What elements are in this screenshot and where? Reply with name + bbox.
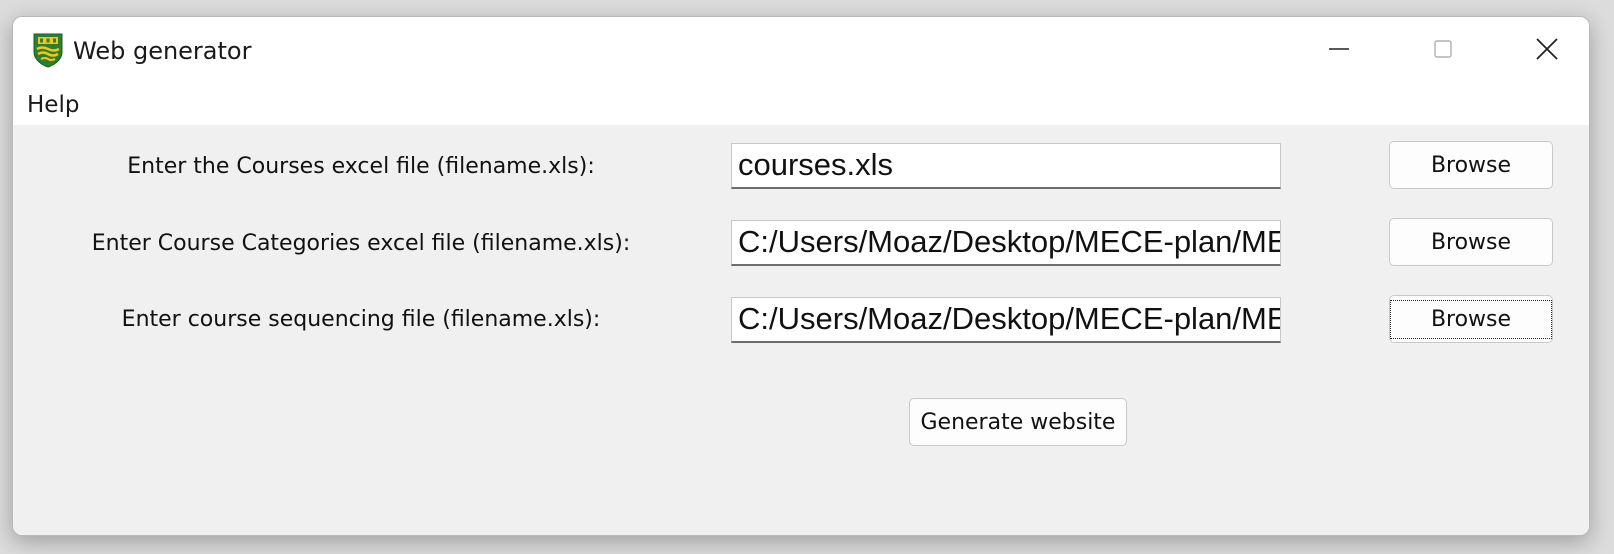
- categories-file-input[interactable]: C:/Users/Moaz/Desktop/MECE-plan/MECE-cou…: [731, 220, 1281, 266]
- menu-help[interactable]: Help: [27, 90, 79, 120]
- sequencing-browse-button[interactable]: Browse: [1389, 295, 1553, 343]
- title-bar[interactable]: Web generator: [13, 17, 1589, 85]
- courses-browse-label: Browse: [1430, 152, 1512, 178]
- menu-bar: Help: [13, 85, 1589, 125]
- minimize-icon: [1329, 48, 1349, 50]
- generate-website-label: Generate website: [920, 409, 1116, 435]
- categories-file-label: Enter Course Categories excel file (file…: [91, 231, 631, 256]
- minimize-button[interactable]: [1287, 17, 1391, 81]
- maximize-icon: [1434, 40, 1452, 58]
- sequencing-browse-label: Browse: [1389, 299, 1553, 339]
- maximize-button[interactable]: [1391, 17, 1495, 81]
- sequencing-file-label: Enter course sequencing file (filename.x…: [121, 307, 601, 332]
- app-window: Web generator Help Enter the Courses exc…: [12, 16, 1590, 536]
- courses-file-input[interactable]: courses.xls: [731, 143, 1281, 189]
- courses-file-label: Enter the Courses excel file (filename.x…: [127, 154, 595, 179]
- form-area: Enter the Courses excel file (filename.x…: [13, 125, 1589, 535]
- university-crest-icon: [33, 33, 63, 68]
- courses-browse-button[interactable]: Browse: [1389, 141, 1553, 189]
- window-title: Web generator: [73, 37, 252, 65]
- categories-browse-button[interactable]: Browse: [1389, 218, 1553, 266]
- close-icon: [1536, 38, 1558, 60]
- generate-website-button[interactable]: Generate website: [909, 398, 1127, 446]
- close-button[interactable]: [1495, 17, 1589, 81]
- sequencing-file-input[interactable]: C:/Users/Moaz/Desktop/MECE-plan/MECE-cou…: [731, 297, 1281, 343]
- categories-browse-label: Browse: [1430, 229, 1512, 255]
